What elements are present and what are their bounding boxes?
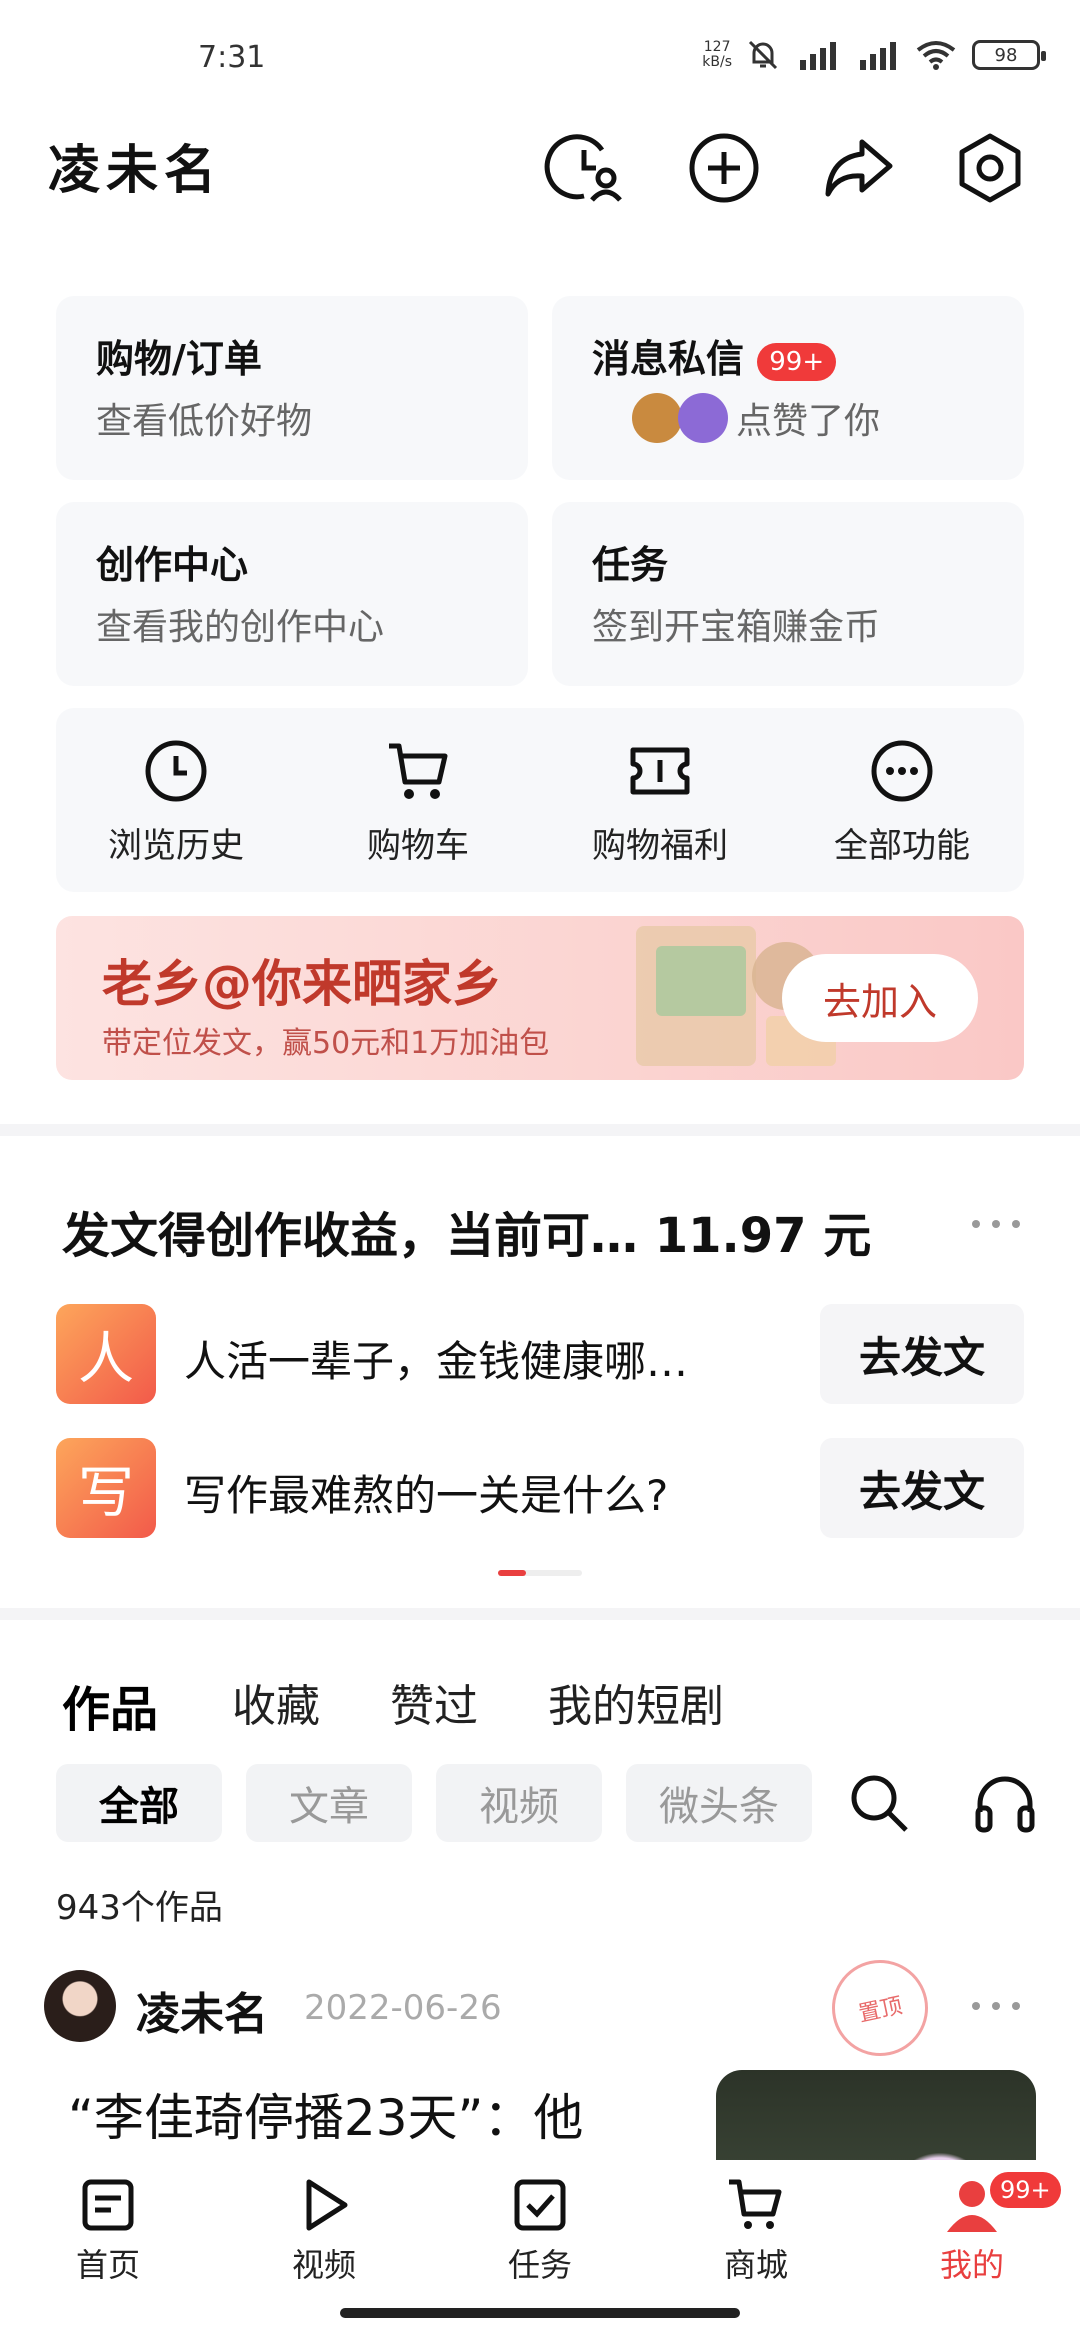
- nav-label: 商城: [723, 2246, 788, 2284]
- carousel-indicator: [498, 1570, 582, 1576]
- signal-icon: [860, 42, 896, 70]
- play-icon: [306, 2179, 348, 2231]
- battery-indicator: 98: [972, 40, 1046, 70]
- search-icon[interactable]: [846, 1770, 912, 1836]
- quick-item-welfare[interactable]: 购物福利: [540, 738, 780, 867]
- promo-banner[interactable]: 老乡@你来晒家乡 带定位发文，赢50元和1万加油包 去加入: [56, 916, 1024, 1080]
- mute-bell-icon: [748, 40, 778, 70]
- cart-icon: [729, 2179, 782, 2229]
- cart-icon: [389, 743, 448, 799]
- messages-card[interactable]: 消息私信 99+ 点赞了你: [552, 296, 1024, 480]
- filter-articles[interactable]: 文章: [246, 1764, 412, 1842]
- card-title: 消息私信 99+: [592, 328, 837, 383]
- clock-icon: [145, 740, 207, 802]
- status-time: 7:31: [198, 40, 266, 75]
- card-subtitle: 点赞了你: [632, 392, 880, 444]
- card-subtitle: 签到开宝箱赚金币: [592, 607, 881, 648]
- topic-row[interactable]: 人 人活一辈子，金钱健康哪… 去发文: [56, 1304, 1024, 1404]
- topic-row[interactable]: 写 写作最难熬的一关是什么? 去发文: [56, 1438, 1024, 1538]
- avatar: [678, 393, 728, 443]
- status-icons: 127 kB/s 98: [702, 38, 1046, 72]
- quick-item-all[interactable]: 全部功能: [782, 738, 1022, 867]
- section-divider: [0, 1608, 1080, 1620]
- pinned-stamp: 置顶: [823, 1951, 937, 2065]
- more-dots-icon[interactable]: [966, 1214, 1026, 1234]
- topic-text: 写作最难熬的一关是什么?: [184, 1471, 669, 1520]
- quick-item-cart[interactable]: 购物车: [298, 738, 538, 867]
- card-title: 购物/订单: [96, 337, 262, 381]
- tab-my-dramas[interactable]: 我的短剧: [548, 1670, 724, 1734]
- quick-item-label: 购物车: [367, 826, 469, 866]
- post-button[interactable]: 去发文: [820, 1438, 1024, 1538]
- status-bar: 7:31 127 kB/s 98: [0, 0, 1080, 110]
- card-title: 创作中心: [96, 543, 249, 587]
- post-date: 2022-06-26: [304, 1988, 502, 2028]
- add-icon[interactable]: [684, 128, 764, 208]
- signal-icon: [800, 42, 836, 70]
- tab-favorites[interactable]: 收藏: [232, 1670, 320, 1734]
- tab-liked[interactable]: 赞过: [390, 1670, 478, 1734]
- settings-icon[interactable]: [950, 128, 1030, 208]
- earn-title: 发文得创作收益，当前可… 11.97 元: [62, 1208, 872, 1264]
- quick-item-history[interactable]: 浏览历史: [56, 738, 296, 867]
- banner-subtitle: 带定位发文，赢50元和1万加油包: [102, 1026, 550, 1061]
- ticket-icon: [630, 747, 690, 795]
- post-button[interactable]: 去发文: [820, 1304, 1024, 1404]
- net-speed: 127 kB/s: [702, 39, 732, 70]
- wifi-icon: [916, 41, 956, 70]
- more-dots-icon[interactable]: [966, 1996, 1026, 2016]
- card-subtitle: 查看低价好物: [96, 401, 313, 442]
- nav-tasks[interactable]: 任务: [470, 2176, 610, 2286]
- topic-text: 人活一辈子，金钱健康哪…: [184, 1337, 689, 1386]
- quick-item-label: 购物福利: [592, 826, 728, 866]
- nav-label: 我的: [939, 2246, 1004, 2284]
- more-circle-icon: [871, 740, 933, 802]
- task-check-icon: [514, 2179, 566, 2231]
- join-button[interactable]: 去加入: [782, 954, 978, 1042]
- quick-item-label: 浏览历史: [108, 826, 244, 866]
- filter-videos[interactable]: 视频: [436, 1764, 602, 1842]
- filter-all[interactable]: 全部: [56, 1764, 222, 1842]
- home-indicator: [340, 2308, 740, 2318]
- profile-username: 凌未名: [48, 141, 223, 201]
- headphones-icon[interactable]: [972, 1770, 1038, 1836]
- notification-badge: 99+: [990, 2172, 1061, 2208]
- creator-center-card[interactable]: 创作中心 查看我的创作中心: [56, 502, 528, 686]
- home-doc-icon: [82, 2179, 134, 2231]
- nav-label: 任务: [507, 2246, 572, 2284]
- topic-icon: 写: [56, 1438, 156, 1538]
- tasks-card[interactable]: 任务 签到开宝箱赚金币: [552, 502, 1024, 686]
- history-user-icon[interactable]: [544, 128, 624, 208]
- quick-actions: 浏览历史 购物车 购物福利 全部功能: [56, 708, 1024, 892]
- card-subtitle: 查看我的创作中心: [96, 607, 385, 648]
- share-icon[interactable]: [818, 128, 898, 208]
- post-title[interactable]: “李佳琦停播23天”：他: [68, 2078, 583, 2150]
- card-title: 任务: [592, 543, 669, 587]
- avatar: [632, 393, 682, 443]
- works-count: 943个作品: [56, 1888, 223, 1928]
- post-author[interactable]: 凌未名: [136, 1978, 268, 2042]
- author-avatar[interactable]: [44, 1970, 116, 2042]
- nav-video[interactable]: 视频: [254, 2176, 394, 2286]
- nav-mall[interactable]: 商城: [686, 2176, 826, 2286]
- quick-item-label: 全部功能: [834, 826, 970, 866]
- topic-icon: 人: [56, 1304, 156, 1404]
- orders-card[interactable]: 购物/订单 查看低价好物: [56, 296, 528, 480]
- section-divider: [0, 1124, 1080, 1136]
- unread-badge: 99+: [757, 342, 837, 381]
- filter-micro-posts[interactable]: 微头条: [626, 1764, 812, 1842]
- tab-works[interactable]: 作品: [62, 1670, 158, 1740]
- nav-home[interactable]: 首页: [38, 2176, 178, 2286]
- nav-label: 首页: [75, 2246, 140, 2284]
- nav-label: 视频: [291, 2246, 356, 2284]
- nav-me[interactable]: 我的 99+: [902, 2172, 1061, 2286]
- banner-title: 老乡@你来晒家乡: [102, 955, 502, 1013]
